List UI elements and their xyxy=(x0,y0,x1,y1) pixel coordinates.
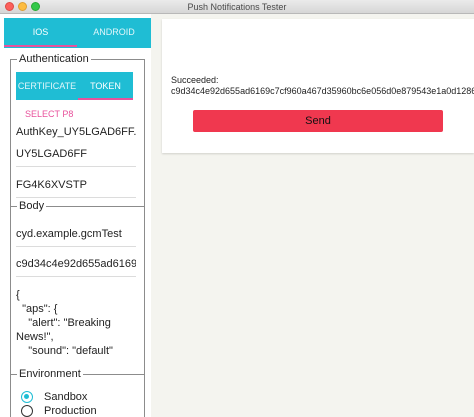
environment-group: Environment Sandbox Production xyxy=(10,368,145,417)
sandbox-label: Sandbox xyxy=(44,391,88,403)
tab-certificate[interactable]: CERTIFICATE xyxy=(16,72,78,100)
payload-textarea[interactable]: { "aps": { "alert": "Breaking News!", "s… xyxy=(16,288,136,358)
result-card: Succeeded: c9d34c4e92d655ad6169c7cf960a4… xyxy=(162,19,474,153)
app-content: IOS ANDROID Authentication CERTIFICATE T… xyxy=(0,14,474,417)
body-group: Body cyd.example.gcmTest c9d34c4e92d655a… xyxy=(10,200,145,375)
auth-tabs: CERTIFICATE TOKEN xyxy=(16,72,133,100)
authentication-legend: Authentication xyxy=(19,53,89,65)
production-radio[interactable] xyxy=(21,405,33,417)
tab-ios[interactable]: IOS xyxy=(4,18,77,48)
tab-android[interactable]: ANDROID xyxy=(77,18,151,48)
body-legend: Body xyxy=(19,200,45,212)
team-id-field[interactable]: FG4K6XVSTP xyxy=(16,176,136,198)
platform-tabs: IOS ANDROID xyxy=(4,18,151,48)
window-title: Push Notifications Tester xyxy=(187,2,287,12)
device-token-field[interactable]: c9d34c4e92d655ad6169c7 xyxy=(16,255,136,277)
send-button[interactable]: Send xyxy=(193,110,443,132)
environment-legend: Environment xyxy=(19,368,81,380)
bundle-id-field[interactable]: cyd.example.gcmTest xyxy=(16,225,136,247)
select-p8-button[interactable]: SELECT P8 xyxy=(25,109,73,119)
result-token: c9d34c4e92d655ad6169c7cf960a467d35960bc6… xyxy=(171,86,474,96)
authentication-group: Authentication CERTIFICATE TOKEN SELECT … xyxy=(10,53,145,208)
sandbox-radio[interactable] xyxy=(21,391,33,403)
platform-tab-indicator xyxy=(4,45,77,47)
auth-tab-indicator xyxy=(78,98,133,100)
p8-file-name: AuthKey_UY5LGAD6FF.p8 xyxy=(16,126,136,138)
tab-token[interactable]: TOKEN xyxy=(78,72,133,100)
status-text: Succeeded: xyxy=(171,75,219,85)
production-label: Production xyxy=(44,405,97,417)
title-bar: Push Notifications Tester xyxy=(0,0,474,14)
sidebar: IOS ANDROID Authentication CERTIFICATE T… xyxy=(0,14,151,417)
key-id-field[interactable]: UY5LGAD6FF xyxy=(16,145,136,167)
